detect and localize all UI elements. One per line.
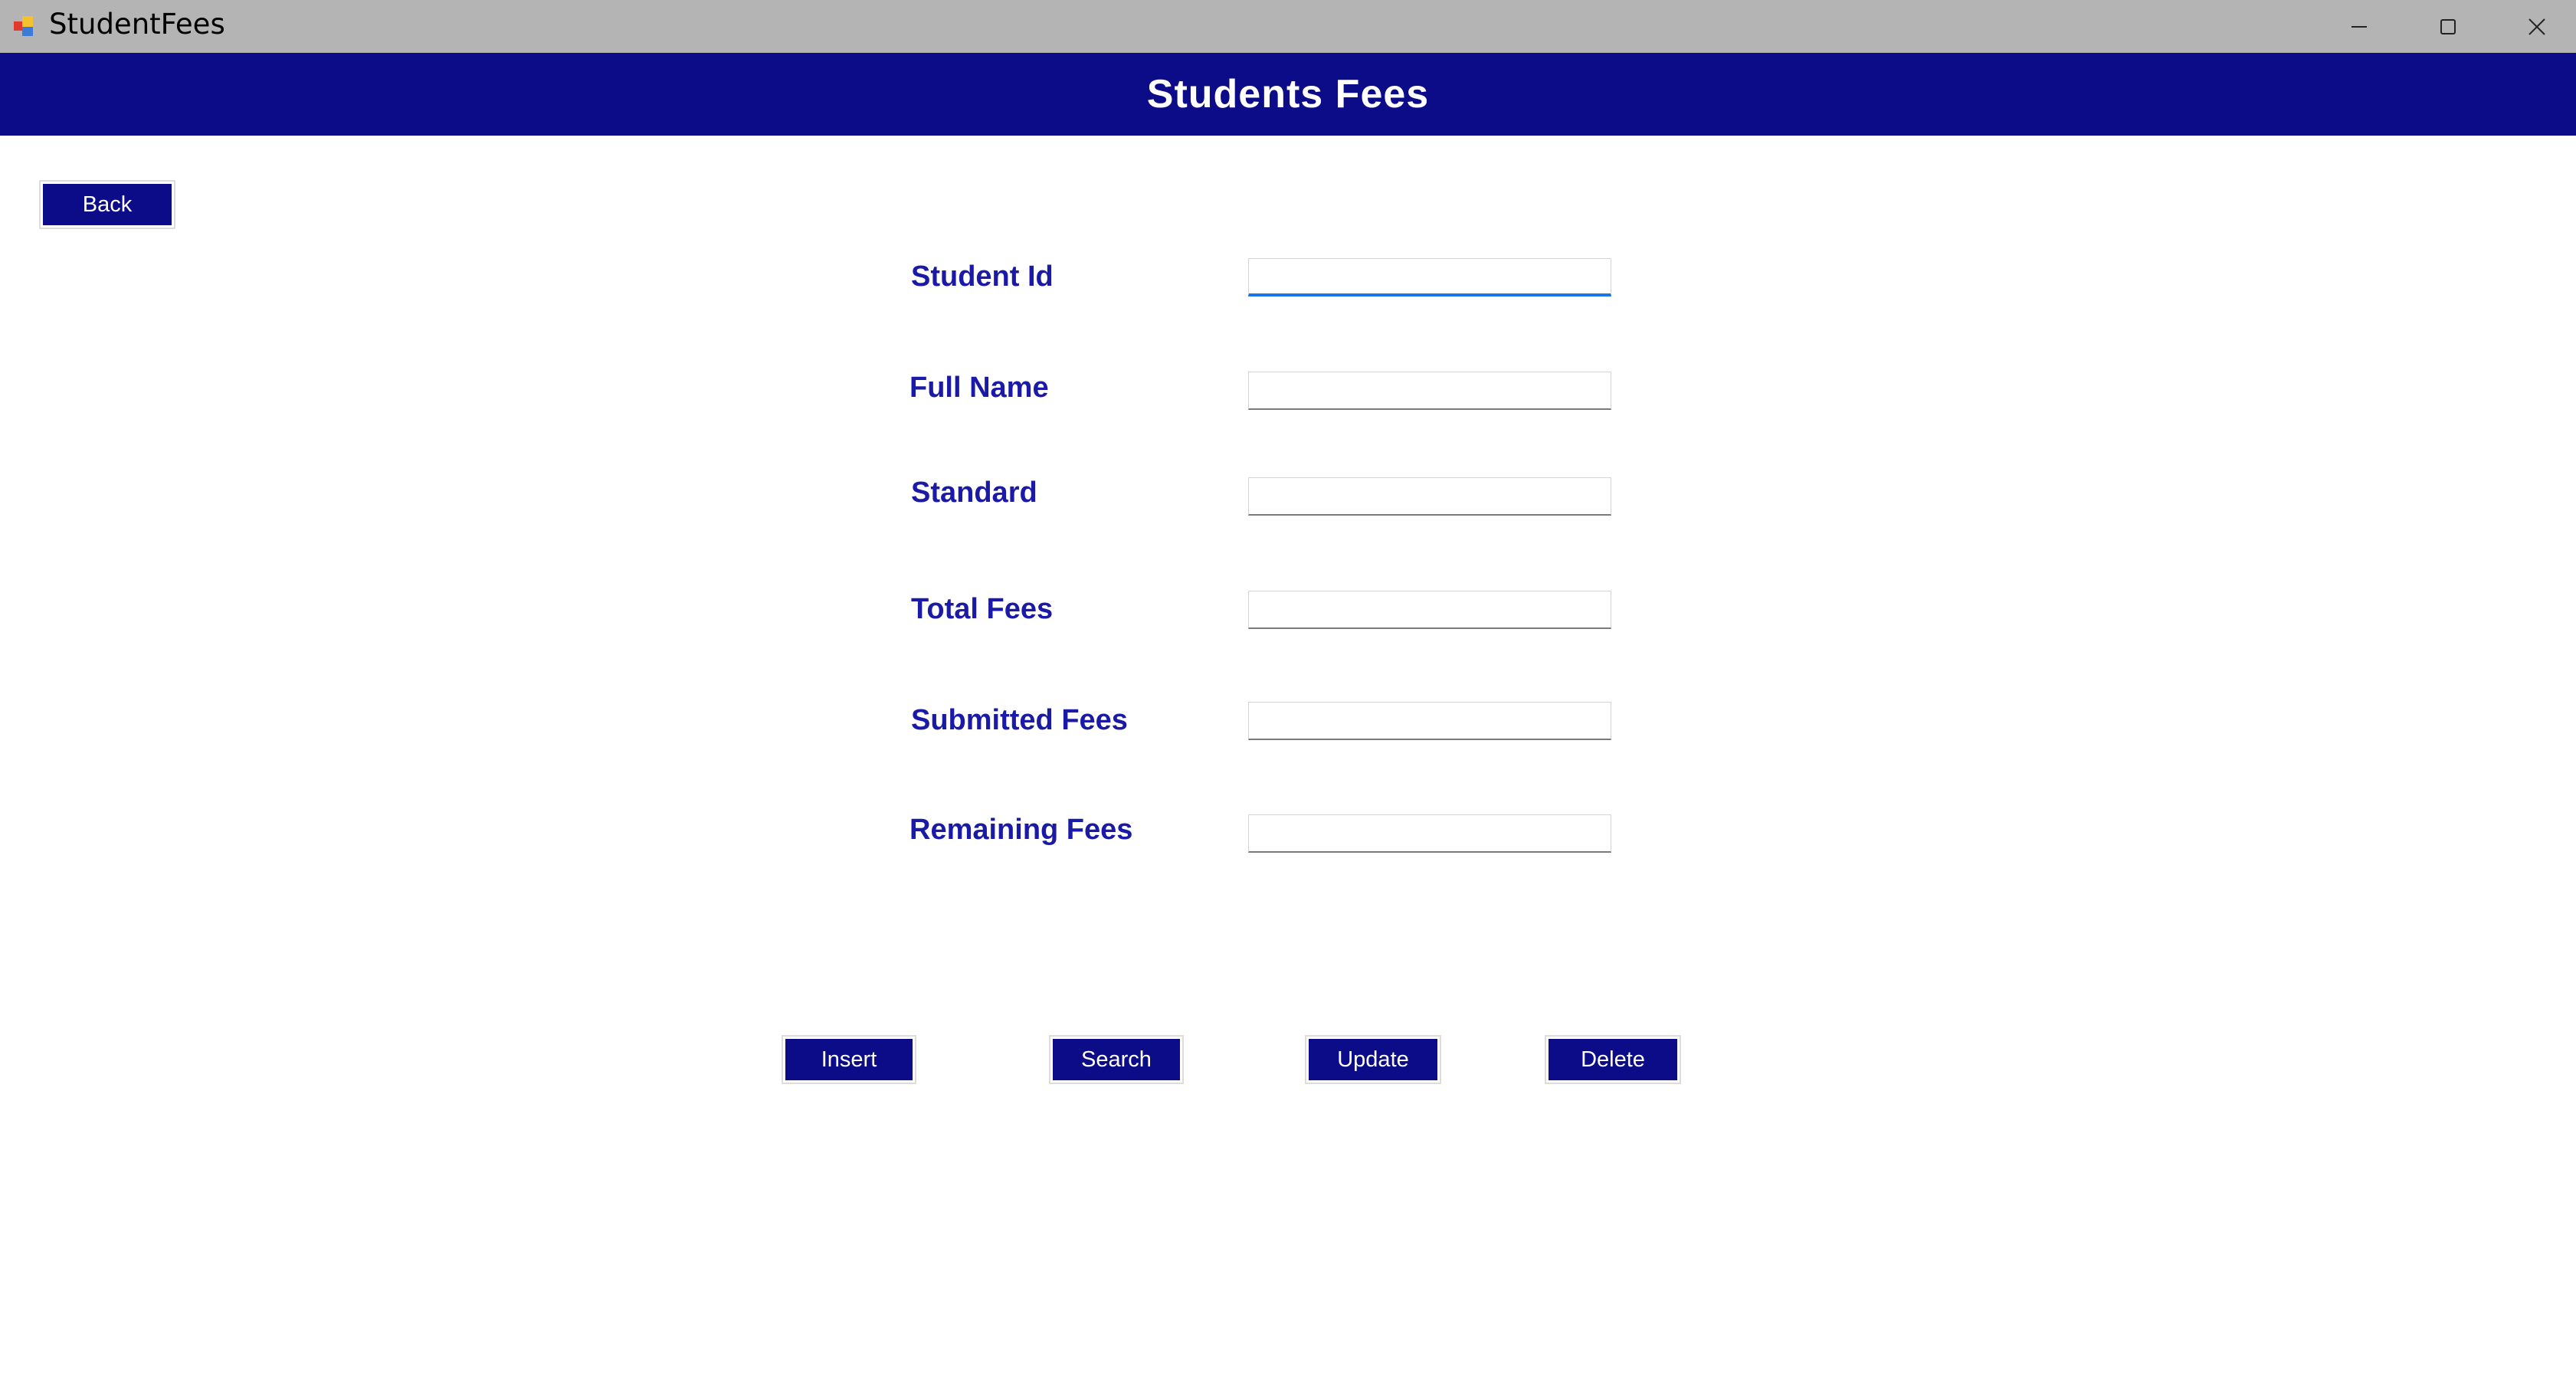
window-title: StudentFees [49,8,225,41]
close-icon [2528,18,2545,35]
remaining-fees-label: Remaining Fees [909,814,1133,846]
page-title: Students Fees [1146,72,1430,116]
full-name-label: Full Name [909,372,1049,404]
student-id-input[interactable] [1248,258,1611,296]
total-fees-input[interactable] [1248,591,1611,629]
window-title-bar: StudentFees [0,0,2576,53]
minimize-icon [2352,25,2367,28]
maximize-icon [2440,18,2456,34]
insert-button[interactable]: Insert [785,1039,913,1080]
total-fees-label: Total Fees [911,593,1054,625]
app-icon [12,14,37,38]
delete-button[interactable]: Delete [1549,1039,1677,1080]
delete-button-frame: Delete [1545,1035,1681,1084]
student-id-label: Student Id [911,260,1054,293]
submitted-fees-label: Submitted Fees [911,704,1128,736]
search-button[interactable]: Search [1053,1039,1180,1080]
header-banner: Students Fees [0,53,2576,136]
full-name-input[interactable] [1248,372,1611,410]
update-button[interactable]: Update [1309,1039,1437,1080]
submitted-fees-input[interactable] [1248,702,1611,740]
close-button[interactable] [2495,0,2576,53]
update-button-frame: Update [1305,1035,1441,1084]
standard-label: Standard [911,477,1037,509]
search-button-frame: Search [1049,1035,1184,1084]
maximize-button[interactable] [2406,0,2490,53]
remaining-fees-input[interactable] [1248,814,1611,853]
back-button[interactable]: Back [43,184,172,225]
standard-input[interactable] [1248,477,1611,516]
minimize-button[interactable] [2317,0,2401,53]
insert-button-frame: Insert [782,1035,916,1084]
back-button-frame: Back [39,180,175,229]
